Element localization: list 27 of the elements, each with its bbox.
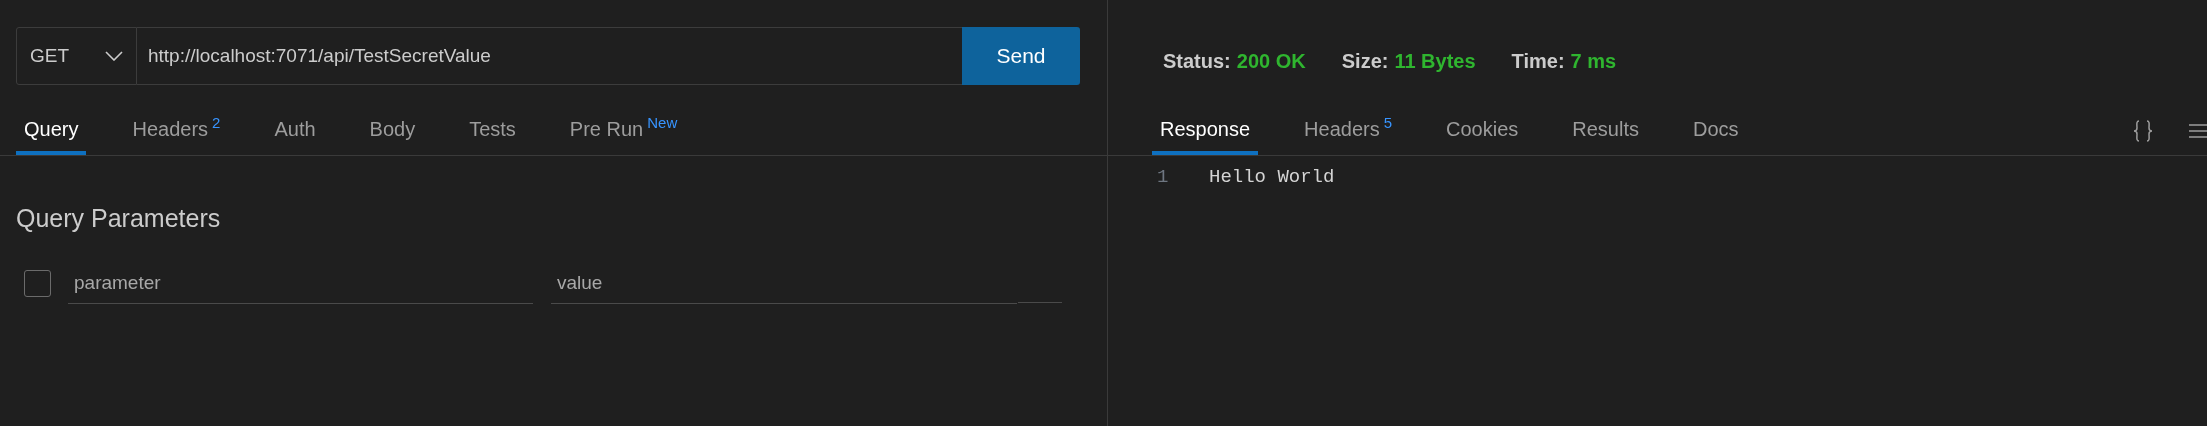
stat-label: Time: <box>1511 49 1565 70</box>
code-line: Hello World <box>1209 165 1335 190</box>
stat-value: 7 ms <box>1570 49 1617 70</box>
stat-value: 11 Bytes <box>1394 49 1476 70</box>
url-field[interactable]: http://localhost:7071/api/TestSecretValue <box>137 27 962 85</box>
stat-label: Size: <box>1341 49 1389 70</box>
tab[interactable]: Body <box>361 115 424 155</box>
chevron-down-icon <box>105 51 123 61</box>
braces-icon[interactable] <box>2133 120 2153 142</box>
stat-value: 200 OK <box>1236 49 1306 70</box>
tab[interactable]: Query <box>16 115 87 155</box>
section-title: Query Parameters <box>16 203 222 234</box>
value-field[interactable]: value <box>551 263 1017 304</box>
menu-icon[interactable] <box>2189 122 2207 140</box>
key-field[interactable]: parameter <box>68 263 533 304</box>
tab[interactable]: Cookies <box>1438 115 1527 155</box>
method-dropdown[interactable]: GET <box>16 27 137 85</box>
tab[interactable]: Tests <box>461 115 524 155</box>
stat-label: Status: <box>1163 49 1231 70</box>
tab[interactable]: Auth <box>266 115 324 155</box>
tab[interactable]: Docs <box>1685 115 1747 155</box>
method-label: GET <box>30 43 70 68</box>
tab[interactable]: Results <box>1564 115 1647 155</box>
send-button[interactable]: Send <box>962 27 1080 85</box>
tab[interactable]: Response <box>1152 115 1259 155</box>
checkbox[interactable] <box>24 270 51 297</box>
line-number: 1 <box>1156 165 1170 190</box>
